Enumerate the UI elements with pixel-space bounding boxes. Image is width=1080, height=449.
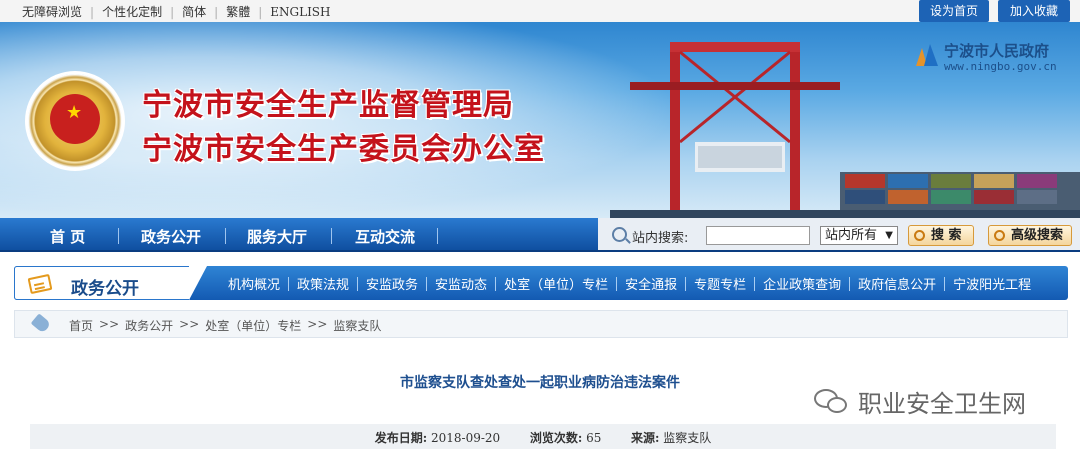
article-source: 监察支队 [663, 431, 712, 445]
breadcrumb-gov-affairs[interactable]: 政务公开 [125, 317, 173, 334]
search-label: 站内搜索: [632, 231, 689, 246]
article-meta: 发布日期: 2018-09-20 浏览次数: 65 来源: 监察支队 [30, 424, 1056, 449]
search-button-label: 搜 索 [931, 228, 962, 243]
subnav-department-columns[interactable]: 处室（单位）专栏 [504, 274, 608, 293]
top-utility-bar: 无障碍浏览 | 个性化定制 | 简体 | 繁體 | ENGLISH 设为首页 加… [0, 0, 1080, 22]
document-edit-icon [27, 273, 53, 295]
subnav-divider [495, 276, 497, 291]
source-label: 来源: [631, 431, 660, 445]
search-icon [612, 227, 627, 242]
divider: | [214, 4, 219, 19]
subnav-safety-affairs[interactable]: 安监政务 [366, 274, 418, 293]
accessible-browse-link[interactable]: 无障碍浏览 [22, 3, 82, 20]
english-link[interactable]: ENGLISH [270, 5, 330, 19]
advanced-search-button[interactable]: 高级搜索 [988, 225, 1072, 246]
breadcrumb-separator: >> [99, 317, 120, 331]
divider: | [170, 4, 175, 19]
site-search: 站内搜索: 站内所有 ▼ 搜 索 高级搜索 [598, 218, 1080, 252]
nav-divider [331, 228, 332, 244]
subnav-divider [357, 276, 359, 291]
subnav-org-overview[interactable]: 机构概况 [228, 274, 280, 293]
subnav-divider [754, 276, 756, 291]
watermark-text: 职业安全卫生网 [858, 389, 1026, 418]
subnav-divider [426, 276, 428, 291]
divider: | [90, 4, 95, 19]
tag-icon [30, 313, 52, 334]
breadcrumb-separator: >> [179, 317, 200, 331]
simplified-chinese-link[interactable]: 简体 [182, 3, 206, 20]
page: 无障碍浏览 | 个性化定制 | 简体 | 繁體 | ENGLISH 设为首页 加… [0, 0, 1080, 449]
search-scope-select[interactable]: 站内所有 ▼ [820, 226, 898, 245]
breadcrumb-path: 首页 >> 政务公开 >> 处室（单位）专栏 >> 监察支队 [69, 317, 381, 334]
subnav-safety-notices[interactable]: 安全通报 [625, 274, 677, 293]
accessibility-links: 无障碍浏览 | 个性化定制 | 简体 | 繁體 | ENGLISH [22, 3, 331, 20]
wechat-icon [814, 387, 850, 415]
subnav-divider [685, 276, 687, 291]
publish-date-label: 发布日期: [374, 431, 428, 445]
subnav-policies[interactable]: 政策法规 [297, 274, 349, 293]
set-home-button[interactable]: 设为首页 [919, 0, 989, 22]
subnav-divider [616, 276, 618, 291]
ningbo-gov-logo[interactable]: 宁波市人民政府 www.ningbo.gov.cn [916, 40, 1066, 80]
section-header: 政务公开 机构概况 政策法规 安监政务 安监动态 处室（单位）专栏 安全通报 专… [14, 266, 1068, 300]
subnav-special-topics[interactable]: 专题专栏 [694, 274, 746, 293]
subnav-divider [849, 276, 851, 291]
section-subnav: 机构概况 政策法规 安监政务 安监动态 处室（单位）专栏 安全通报 专题专栏 企… [228, 274, 1031, 293]
publish-date: 2018-09-20 [430, 431, 501, 445]
magnifier-icon [994, 230, 1005, 241]
subnav-sunshine-project[interactable]: 宁波阳光工程 [953, 274, 1031, 293]
search-input[interactable] [706, 226, 810, 245]
views-label: 浏览次数: [529, 431, 583, 445]
view-count: 65 [586, 431, 602, 445]
nav-service-hall[interactable]: 服务大厅 [247, 226, 307, 247]
gov-url: www.ningbo.gov.cn [944, 60, 1057, 73]
breadcrumb: 首页 >> 政务公开 >> 处室（单位）专栏 >> 监察支队 [14, 310, 1068, 338]
section-tab: 政务公开 [14, 266, 207, 300]
magnifier-icon [914, 230, 925, 241]
divider: | [258, 4, 263, 19]
breadcrumb-inspection-team[interactable]: 监察支队 [333, 317, 381, 334]
nav-home[interactable]: 首 页 [50, 226, 85, 247]
nav-government-affairs[interactable]: 政务公开 [141, 226, 201, 247]
nav-divider [225, 228, 226, 244]
watermark: 职业安全卫生网 [814, 384, 1026, 418]
personalize-link[interactable]: 个性化定制 [102, 3, 162, 20]
traditional-chinese-link[interactable]: 繁體 [226, 3, 250, 20]
subnav-divider [944, 276, 946, 291]
gov-name: 宁波市人民政府 [944, 42, 1050, 60]
header-banner: ★ 宁波市安全生产监督管理局 宁波市安全生产委员会办公室 宁波市人民政府 www… [0, 22, 1080, 218]
search-scope-value: 站内所有 [825, 228, 878, 243]
subnav-enterprise-policy[interactable]: 企业政策查询 [763, 274, 841, 293]
nav-interaction[interactable]: 互动交流 [355, 226, 415, 247]
site-title-line2: 宁波市安全生产委员会办公室 [142, 132, 545, 167]
breadcrumb-separator: >> [307, 317, 328, 331]
subnav-divider [288, 276, 290, 291]
site-title-line1: 宁波市安全生产监督管理局 [142, 88, 514, 123]
nav-divider [118, 228, 119, 244]
subnav-gov-info[interactable]: 政府信息公开 [858, 274, 936, 293]
dropdown-arrow-icon: ▼ [885, 230, 893, 241]
bureau-emblem: ★ [28, 74, 122, 168]
search-button[interactable]: 搜 索 [908, 225, 974, 246]
gov-logo-icon [916, 44, 938, 66]
add-favorite-button[interactable]: 加入收藏 [998, 0, 1070, 22]
nav-divider [437, 228, 438, 244]
breadcrumb-home[interactable]: 首页 [69, 317, 93, 334]
section-title: 政务公开 [71, 279, 139, 299]
advanced-search-label: 高级搜索 [1011, 228, 1064, 243]
subnav-safety-news[interactable]: 安监动态 [435, 274, 487, 293]
breadcrumb-department-columns[interactable]: 处室（单位）专栏 [205, 317, 301, 334]
